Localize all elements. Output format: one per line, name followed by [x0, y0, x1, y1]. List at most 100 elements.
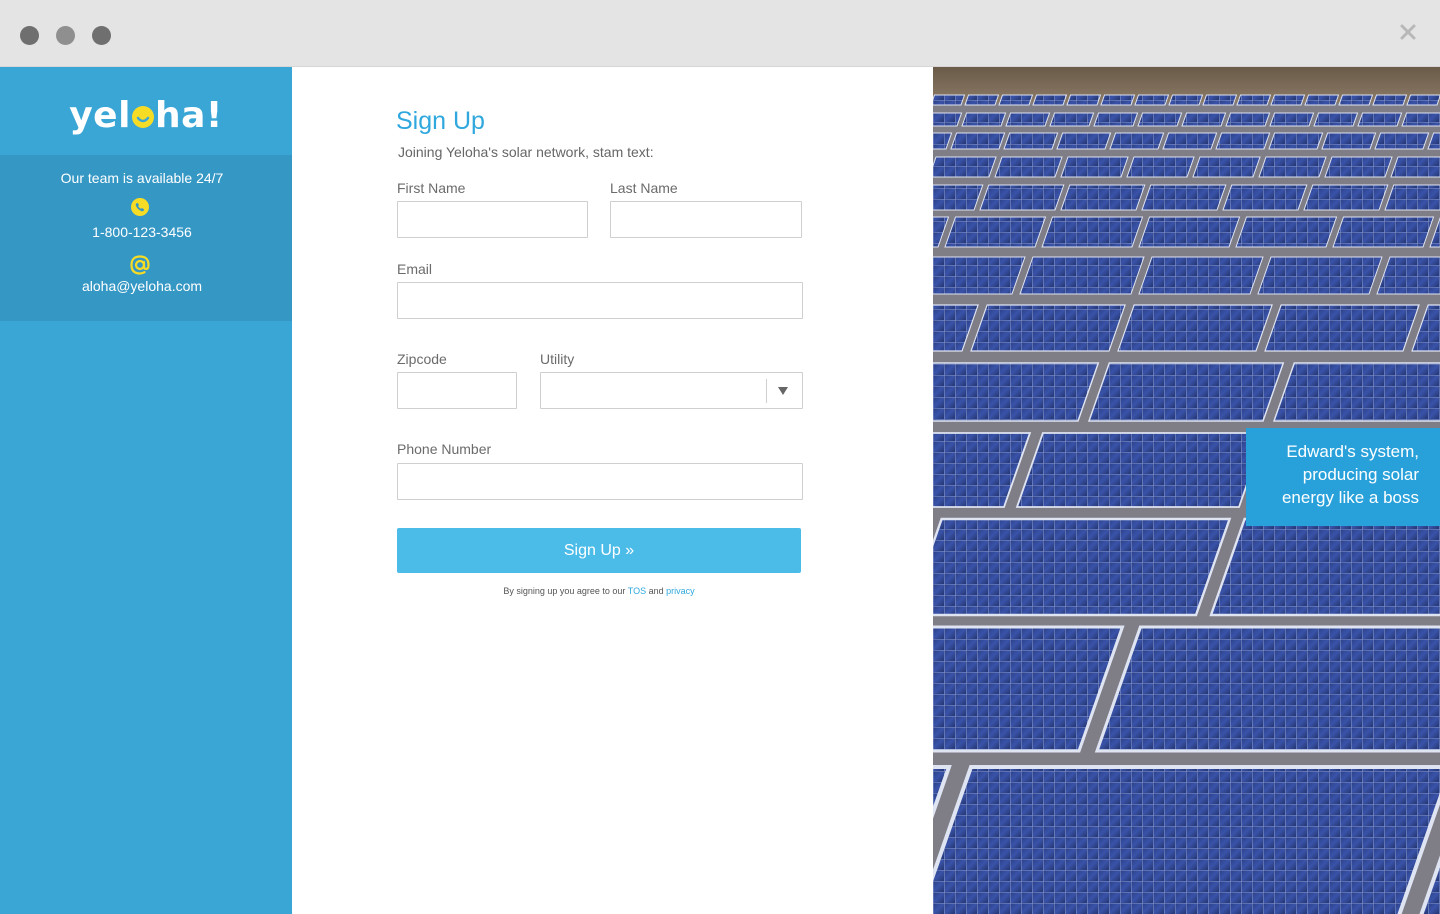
- solar-panel: [1032, 94, 1068, 106]
- last-name-label: Last Name: [610, 180, 678, 196]
- yeloha-logo[interactable]: yel ha!: [0, 95, 292, 136]
- solar-panel: [1269, 112, 1315, 127]
- solar-panel: [933, 517, 1232, 617]
- solar-panel: [1138, 216, 1241, 248]
- window-titlebar: [0, 0, 1440, 67]
- contact-box: Our team is available 24/7 1-800-123-345…: [0, 155, 292, 321]
- tos-link[interactable]: TOS: [628, 586, 646, 596]
- privacy-link[interactable]: privacy: [666, 586, 695, 596]
- solar-panel: [1094, 625, 1440, 753]
- solar-panel: [1049, 112, 1095, 127]
- solar-panel: [933, 362, 1100, 422]
- solar-panel: [944, 216, 1047, 248]
- solar-panel: [1401, 112, 1440, 127]
- solar-panel: [1003, 132, 1059, 150]
- window-close-dot[interactable]: [20, 26, 39, 45]
- solar-panel: [1181, 112, 1227, 127]
- caption-line-1: Edward's system,: [1286, 442, 1419, 461]
- zipcode-label: Zipcode: [397, 351, 447, 367]
- window-maximize-dot[interactable]: [92, 26, 111, 45]
- first-name-label: First Name: [397, 180, 466, 196]
- phone-number-label: Phone Number: [397, 441, 492, 457]
- page-title: Sign Up: [396, 107, 485, 135]
- solar-panel: [933, 156, 997, 178]
- availability-text: Our team is available 24/7: [60, 170, 224, 186]
- solar-panel: [1264, 304, 1420, 352]
- solar-panel: [1109, 132, 1165, 150]
- caption-line-2: producing solar: [1302, 465, 1419, 484]
- solar-panel: [933, 112, 963, 127]
- sidebar: yel ha! Our team is available 24/7 1-800-…: [0, 67, 292, 914]
- phone-number-input[interactable]: [397, 463, 803, 500]
- solar-panel: [1332, 216, 1435, 248]
- solar-panel: [1338, 94, 1374, 106]
- chevron-down-icon: [778, 387, 788, 395]
- solar-panel: [1258, 156, 1327, 178]
- solar-panel: [1257, 256, 1383, 295]
- caption-line-3: energy like a boss: [1281, 488, 1419, 507]
- solar-panel: [1060, 156, 1129, 178]
- solar-panel: [1225, 112, 1271, 127]
- solar-panel: [1324, 156, 1393, 178]
- sign-up-button[interactable]: Sign Up »: [397, 528, 801, 573]
- solar-panel: [1406, 94, 1440, 106]
- page-subtitle: Joining Yeloha's solar network, stam tex…: [398, 144, 654, 160]
- email-label: Email: [397, 261, 433, 277]
- solar-panel: [1303, 184, 1389, 211]
- solar-panel: [1134, 94, 1170, 106]
- solar-panel: [1374, 132, 1430, 150]
- close-icon[interactable]: [1398, 22, 1418, 42]
- solar-panel: [1304, 94, 1340, 106]
- solar-panel: [1313, 112, 1359, 127]
- solar-panel: [1066, 94, 1102, 106]
- photo-caption: Edward's system, producing solar energy …: [1246, 428, 1440, 526]
- email-input[interactable]: [397, 282, 803, 319]
- solar-panel: [1041, 216, 1144, 248]
- solar-panel: [1087, 362, 1285, 422]
- solar-panel: [1268, 132, 1324, 150]
- solar-panel: [1270, 94, 1306, 106]
- solar-panel: [1215, 132, 1271, 150]
- solar-panel: [1372, 94, 1408, 106]
- solar-panel: [1384, 184, 1440, 211]
- solar-panel: [1321, 132, 1377, 150]
- solar-panel: [964, 94, 1000, 106]
- solar-panel: [1093, 112, 1139, 127]
- solar-panel: [1141, 184, 1227, 211]
- utility-label: Utility: [540, 351, 575, 367]
- solar-panel: [1015, 432, 1267, 508]
- last-name-input[interactable]: [610, 201, 802, 238]
- at-sign-icon: [130, 255, 150, 275]
- solar-panel: [1019, 256, 1145, 295]
- solar-panel: [1168, 94, 1204, 106]
- solar-panel: [1235, 216, 1338, 248]
- email-address[interactable]: aloha@yeloha.com: [0, 278, 284, 294]
- solar-panel: [961, 112, 1007, 127]
- window-minimize-dot[interactable]: [56, 26, 75, 45]
- terms-middle: and: [646, 586, 667, 596]
- solar-panel: [1209, 517, 1440, 617]
- solar-panel: [994, 156, 1063, 178]
- signup-form: Sign Up Joining Yeloha's solar network, …: [292, 67, 933, 914]
- solar-panels-photo: Edward's system, producing solar energy …: [933, 67, 1440, 914]
- solar-panel: [933, 256, 1026, 295]
- solar-panel: [933, 94, 966, 106]
- smile-icon: [131, 106, 154, 128]
- terms-text: By signing up you agree to our TOS and p…: [397, 586, 801, 596]
- solar-panel: [1192, 156, 1261, 178]
- solar-panel: [998, 94, 1034, 106]
- select-divider: [766, 379, 767, 403]
- first-name-input[interactable]: [397, 201, 588, 238]
- solar-panel: [1137, 112, 1183, 127]
- solar-panel: [1272, 362, 1440, 422]
- solar-panel: [1126, 156, 1195, 178]
- solar-panel: [1162, 132, 1218, 150]
- solar-panel: [1100, 94, 1136, 106]
- zipcode-input[interactable]: [397, 372, 517, 409]
- utility-select[interactable]: [540, 372, 803, 409]
- solar-panel: [933, 184, 984, 211]
- phone-number[interactable]: 1-800-123-3456: [0, 224, 284, 240]
- solar-panel: [1236, 94, 1272, 106]
- solar-panel: [1060, 184, 1146, 211]
- solar-panel: [979, 184, 1065, 211]
